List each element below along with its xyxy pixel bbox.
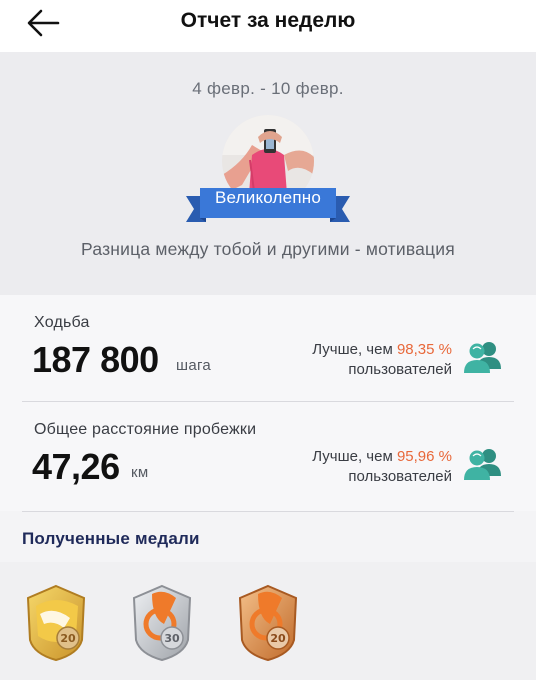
comparison-suffix: пользователей: [348, 468, 452, 485]
medals-list: 20 30 20: [0, 562, 536, 680]
stat-label: Ходьба: [34, 314, 90, 331]
comparison-text: Лучше, чем 98,35 %: [312, 341, 452, 358]
week-summary: 4 февр. - 10 февр. Великолепно Разница м…: [0, 52, 536, 295]
running-distance-stat: Общее расстояние пробежки 47,26 км Лучше…: [0, 402, 536, 508]
comparison-suffix: пользователей: [348, 361, 452, 378]
comparison-percent: 98,35 %: [396, 341, 452, 358]
comparison-prefix: Лучше, чем: [312, 448, 393, 465]
users-icon: [464, 342, 501, 373]
stat-label: Общее расстояние пробежки: [34, 421, 257, 438]
date-range: 4 февр. - 10 февр.: [192, 79, 344, 98]
page-title: Отчет за неделю: [180, 9, 356, 32]
medal-run-30[interactable]: 30: [130, 584, 194, 662]
stat-unit: км: [131, 464, 149, 481]
users-icon: [464, 449, 501, 480]
stats-panel: Ходьба 187 800 шага Лучше, чем 98,35 % п…: [0, 295, 536, 511]
medals-title: Полученные медали: [22, 529, 200, 548]
divider: [22, 511, 514, 512]
medal-run-20[interactable]: 20: [236, 584, 300, 662]
top-bar: Отчет за неделю: [0, 0, 536, 52]
badge-label: Великолепно: [215, 188, 321, 207]
medal-label: 20: [270, 632, 286, 645]
medal-label: 30: [164, 632, 180, 645]
walking-stat: Ходьба 187 800 шага Лучше, чем 98,35 % п…: [0, 295, 536, 401]
medal-steps-20[interactable]: 20: [24, 584, 88, 662]
comparison-text: Лучше, чем 95,96 %: [312, 448, 452, 465]
medal-label: 20: [60, 632, 76, 645]
motivation-text: Разница между тобой и другими - мотиваци…: [81, 239, 455, 259]
comparison-percent: 95,96 %: [396, 448, 452, 465]
stat-unit: шага: [176, 357, 212, 374]
stat-value: 47,26: [32, 446, 120, 487]
comparison-prefix: Лучше, чем: [312, 341, 393, 358]
stat-value: 187 800: [32, 339, 159, 380]
